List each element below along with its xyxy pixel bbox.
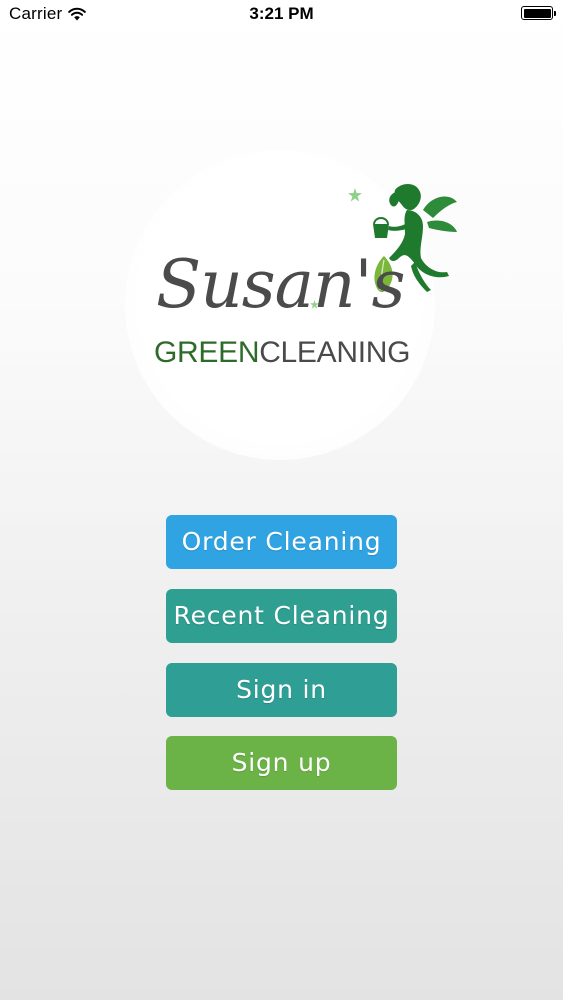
logo-script-text: Susan's — [156, 246, 405, 323]
brand-logo: Susan's GREENCLEANING — [150, 182, 465, 382]
sign-up-button[interactable]: Sign up — [166, 736, 397, 790]
logo-subtitle: GREENCLEANING — [154, 338, 410, 368]
order-cleaning-button[interactable]: Order Cleaning — [166, 515, 397, 569]
status-bar: Carrier 3:21 PM — [0, 0, 563, 30]
clock: 3:21 PM — [249, 4, 314, 23]
logo-subtitle-gray: CLEANING — [259, 336, 411, 369]
sign-in-button[interactable]: Sign in — [166, 663, 397, 717]
logo-subtitle-green: GREEN — [154, 336, 260, 369]
star-icon — [348, 188, 362, 202]
battery-level — [523, 8, 551, 18]
recent-cleaning-button[interactable]: Recent Cleaning — [166, 589, 397, 643]
battery-icon — [521, 6, 556, 20]
main-menu: Order Cleaning Recent Cleaning Sign in S… — [166, 515, 397, 810]
